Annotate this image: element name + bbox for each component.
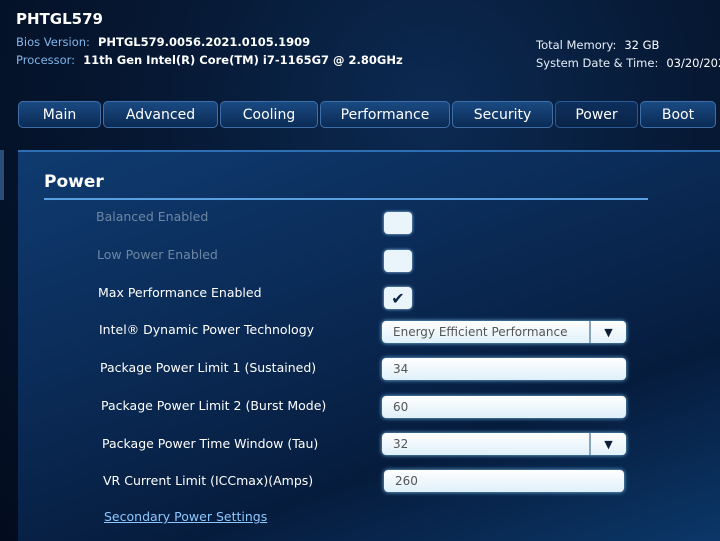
system-date: System Date & Time: 03/20/2021 [536,56,720,70]
tab-advanced[interactable]: Advanced [103,101,218,128]
panel-title: Power [44,172,104,192]
system-date-value: 03/20/2021 [666,56,720,70]
panel-divider [44,198,648,200]
chevron-down-icon[interactable]: ▼ [589,433,626,455]
tab-cooling[interactable]: Cooling [220,101,318,128]
processor-value: 11th Gen Intel(R) Core(TM) i7-1165G7 @ 2… [83,53,403,67]
max-performance-enabled-label: Max Performance Enabled [98,285,262,300]
tau-label: Package Power Time Window (Tau) [102,436,319,451]
tab-boot[interactable]: Boot [640,101,716,128]
tab-power[interactable]: Power [555,101,638,128]
pl2-label: Package Power Limit 2 (Burst Mode) [101,398,327,413]
pl2-input[interactable]: 60 [382,396,626,418]
tau-dropdown[interactable]: 32 ▼ [382,433,626,455]
tab-performance[interactable]: Performance [320,101,450,128]
system-name: PHTGL579 [16,10,103,28]
dynamic-power-technology-dropdown[interactable]: Energy Efficient Performance ▼ [382,321,626,343]
secondary-power-settings-link[interactable]: Secondary Power Settings [104,509,267,524]
system-date-label: System Date & Time: [536,56,659,70]
bios-version-value: PHTGL579.0056.2021.0105.1909 [97,35,311,49]
max-performance-enabled-checkbox[interactable]: ✔ [384,287,412,309]
tau-value: 32 [393,437,409,451]
tab-security[interactable]: Security [452,101,553,128]
left-edge-divider [0,150,4,200]
low-power-enabled-checkbox[interactable] [384,250,412,272]
checkmark-icon: ✔ [391,288,405,308]
iccmax-input[interactable]: 260 [384,470,624,492]
total-memory-label: Total Memory: [536,38,617,52]
iccmax-label: VR Current Limit (ICCmax)(Amps) [103,473,314,488]
pl1-input[interactable]: 34 [382,358,626,380]
bios-version: Bios Version: PHTGL579.0056.2021.0105.190… [16,35,310,49]
dynamic-power-technology-value: Energy Efficient Performance [393,325,568,339]
total-memory-value: 32 GB [624,38,660,52]
balanced-enabled-checkbox[interactable] [384,212,412,234]
pl1-label: Package Power Limit 1 (Sustained) [100,360,317,375]
total-memory: Total Memory: 32 GB [536,38,659,52]
chevron-down-icon[interactable]: ▼ [589,321,626,343]
processor-label: Processor: [16,53,76,67]
processor: Processor: 11th Gen Intel(R) Core(TM) i7-… [16,53,403,67]
balanced-enabled-label: Balanced Enabled [96,209,209,224]
dynamic-power-technology-label: Intel® Dynamic Power Technology [99,322,315,337]
tab-main[interactable]: Main [18,101,101,128]
tab-bar: Main Advanced Cooling Performance Securi… [18,101,716,128]
bios-version-label: Bios Version: [16,35,90,49]
low-power-enabled-label: Low Power Enabled [97,247,218,262]
